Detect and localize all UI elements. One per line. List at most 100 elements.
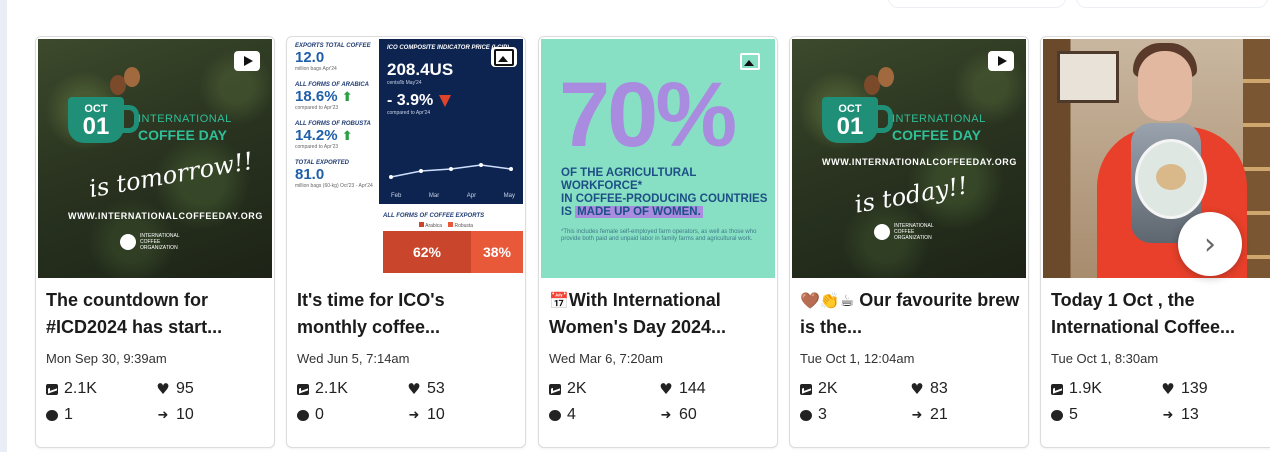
post-date: Mon Sep 30, 9:39am (46, 351, 167, 366)
shares-count: 10 (176, 406, 194, 423)
icd-heading-small: INTERNATIONAL (138, 113, 232, 125)
post-card[interactable]: 70% OF THE AGRICULTURAL WORKFORCE* IN CO… (538, 36, 778, 448)
impressions-icon (800, 383, 812, 395)
stat-line-pre: IS (561, 206, 576, 218)
shares-stat: ➜ 13 (1161, 406, 1261, 424)
stat-line: IS MADE UP OF WOMEN. (561, 206, 773, 219)
post-thumbnail[interactable]: 70% OF THE AGRICULTURAL WORKFORCE* IN CO… (541, 39, 775, 278)
mug-day: 01 (82, 113, 110, 140)
heart-icon: ♥ (659, 380, 673, 398)
comments-stat: 5 (1051, 406, 1161, 424)
stat-text: OF THE AGRICULTURAL WORKFORCE* IN COFFEE… (561, 167, 773, 219)
impressions-icon (549, 383, 561, 395)
post-thumbnail[interactable]: EXPORTS TOTAL COFFEE 12.0 million bags A… (289, 39, 523, 278)
impressions-count: 2.1K (315, 380, 348, 397)
likes-count: 53 (427, 380, 445, 397)
thumb-script-text: is today!! (852, 171, 970, 219)
post-title[interactable]: It's time for ICO's monthly coffee... (297, 287, 519, 341)
impressions-icon (1051, 383, 1063, 395)
emoji-icons: 🤎👏☕ (800, 291, 855, 310)
arabica-share-bar: 62% (383, 231, 471, 273)
icd-heading-main: COFFEE DAY (892, 127, 981, 143)
image-icon (737, 51, 763, 71)
likes-stat: ♥ 95 (156, 380, 256, 398)
month-tick: Feb (391, 193, 402, 199)
post-title[interactable]: The countdown for #ICD2024 has start... (46, 287, 268, 341)
likes-stat: ♥ 83 (910, 380, 1010, 398)
calendar-icon: 📅 (549, 291, 569, 310)
heart-icon: ♥ (407, 380, 421, 398)
indicator-change-sub: compared to Apr'24 (387, 110, 431, 116)
indicator-change: - 3.9% (387, 92, 434, 109)
impressions-stat: 2.1K (297, 380, 407, 398)
ico-logo-icon (874, 224, 890, 240)
post-thumbnail[interactable]: OCT 01 INTERNATIONAL COFFEE DAY WWW.INTE… (792, 39, 1026, 278)
ico-org-logo: INTERNATIONAL COFFEE ORGANIZATION (874, 223, 940, 241)
post-card[interactable]: EXPORTS TOTAL COFFEE 12.0 million bags A… (286, 36, 526, 448)
legend-arabica: Arabica (419, 222, 442, 229)
shares-stat: ➜ 60 (659, 406, 759, 424)
comments-count: 4 (567, 406, 576, 423)
image-icon (491, 47, 517, 67)
stat-highlight: MADE UP OF WOMEN. (575, 206, 703, 218)
month-tick: May (503, 193, 515, 199)
heart-icon: ♥ (156, 380, 170, 398)
post-thumbnail[interactable]: OCT 01 INTERNATIONAL COFFEE DAY is tomor… (38, 39, 272, 278)
icd-heading: INTERNATIONAL COFFEE DAY (138, 111, 232, 143)
impressions-count: 2K (567, 380, 587, 397)
big-stat: 70% (559, 64, 737, 166)
robusta-share-bar: 38% (471, 231, 523, 273)
mug-handle (120, 105, 139, 133)
shares-count: 13 (1181, 406, 1199, 423)
post-date: Tue Oct 1, 12:04am (800, 351, 915, 366)
ico-logo-icon (120, 234, 136, 250)
shares-stat: ➜ 10 (156, 406, 256, 424)
shares-stat: ➜ 10 (407, 406, 507, 424)
comments-count: 1 (64, 406, 73, 423)
likes-count: 139 (1181, 380, 1208, 397)
post-date: Tue Oct 1, 8:30am (1051, 351, 1159, 366)
month-ticks: Feb Mar Apr May (391, 193, 515, 199)
impressions-stat: 2K (800, 380, 910, 398)
likes-count: 83 (930, 380, 948, 397)
exports-value: 12.0 (295, 49, 325, 66)
post-title[interactable]: Today 1 Oct , the International Coffee..… (1051, 287, 1261, 341)
thumb-script-text: is tomorrow!! (86, 146, 256, 204)
arabica-value-row: 18.6% ⬆ (295, 89, 379, 105)
down-arrow-icon (439, 94, 452, 107)
export-split-panel: ALL FORMS OF COFFEE EXPORTS Arabica Robu… (379, 209, 523, 278)
arabica-value: 18.6% (295, 88, 338, 105)
thumb-website: WWW.INTERNATIONALCOFFEEDAY.ORG (822, 157, 1017, 167)
comment-icon (549, 409, 561, 421)
likes-stat: ♥ 53 (407, 380, 507, 398)
carousel-next-button[interactable]: › (1178, 212, 1242, 276)
icd-heading-small: INTERNATIONAL (892, 113, 986, 125)
robusta-value: 14.2% (295, 127, 338, 144)
post-card[interactable]: OCT 01 INTERNATIONAL COFFEE DAY WWW.INTE… (789, 36, 1029, 448)
post-title-text: With International Women's Day 2024... (549, 290, 727, 337)
share-arrow-icon: ➜ (911, 407, 923, 423)
post-card[interactable]: OCT 01 INTERNATIONAL COFFEE DAY is tomor… (35, 36, 275, 448)
comments-count: 3 (818, 406, 827, 423)
split-label: ALL FORMS OF COFFEE EXPORTS (383, 213, 485, 219)
impressions-count: 2K (818, 380, 838, 397)
shares-count: 10 (427, 406, 445, 423)
chevron-right-icon: › (1204, 226, 1216, 262)
comment-icon (1051, 409, 1063, 421)
comments-count: 0 (315, 406, 324, 423)
impressions-stat: 1.9K (1051, 380, 1161, 398)
robusta-value-row: 14.2% ⬆ (295, 128, 379, 144)
price-trend-line (389, 163, 513, 179)
impressions-count: 2.1K (64, 380, 97, 397)
impressions-stat: 2.1K (46, 380, 156, 398)
post-date: Wed Jun 5, 7:14am (297, 351, 410, 366)
post-title[interactable]: 🤎👏☕ Our favourite brew is the... (800, 287, 1022, 341)
comment-icon (46, 409, 58, 421)
stat-line: IN COFFEE-PRODUCING COUNTRIES (561, 193, 768, 205)
comments-count: 5 (1069, 406, 1078, 423)
thumb-website: WWW.INTERNATIONALCOFFEEDAY.ORG (68, 211, 263, 221)
post-title[interactable]: 📅With International Women's Day 2024... (549, 287, 771, 341)
comment-icon (800, 409, 812, 421)
coffee-mug-logo: OCT 01 (822, 97, 878, 143)
coffee-mug-logo: OCT 01 (68, 97, 124, 143)
